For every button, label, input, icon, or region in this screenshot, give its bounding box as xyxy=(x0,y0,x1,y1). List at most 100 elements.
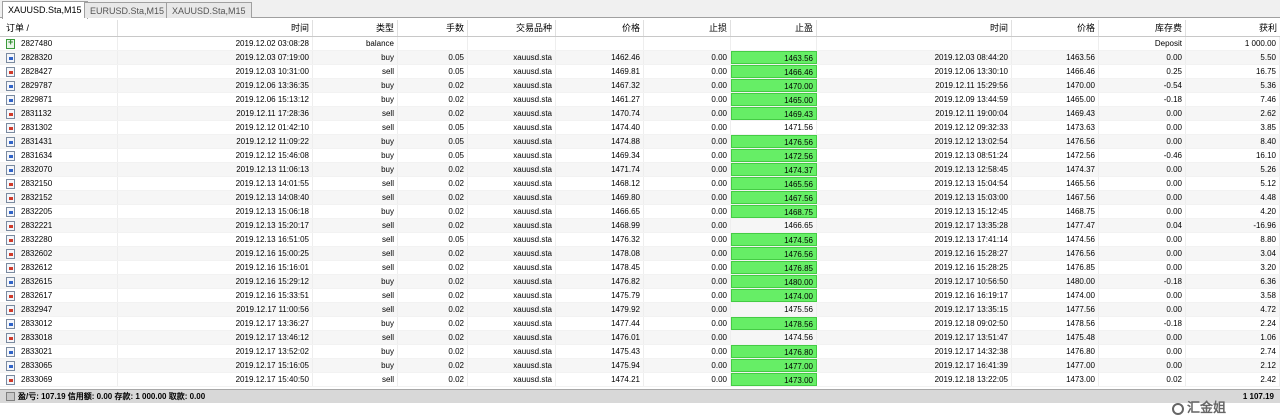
cell-close-price: 1476.56 xyxy=(1012,135,1099,148)
sell-order-icon xyxy=(6,235,15,245)
cell-close-price: 1465.56 xyxy=(1012,177,1099,190)
col-header-type[interactable]: 类型 xyxy=(313,20,398,36)
table-row[interactable]: 28274802019.12.02 03:08:28balance Deposit… xyxy=(0,37,1280,51)
table-row[interactable]: 2832602 2019.12.16 15:00:25 sell 0.02 xauusd… xyxy=(0,247,1280,261)
cell-open-time: 2019.12.13 15:20:17 xyxy=(118,219,313,232)
cell-open-time: 2019.12.13 14:01:55 xyxy=(118,177,313,190)
cell-swap: 0.00 xyxy=(1099,121,1186,134)
col-header-open-price[interactable]: 价格 xyxy=(556,20,644,36)
table-row[interactable]: 2833021 2019.12.17 13:52:02 buy 0.02 xauusd.… xyxy=(0,345,1280,359)
cell-swap: 0.00 xyxy=(1099,331,1186,344)
tab-xauusd-m15[interactable]: XAUUSD.Sta,M15 xyxy=(2,1,88,19)
table-row[interactable]: 2833018 2019.12.17 13:46:12 sell 0.02 xauusd… xyxy=(0,331,1280,345)
col-header-sl[interactable]: 止损 xyxy=(644,20,731,36)
table-row[interactable]: 2831132 2019.12.11 17:28:36 sell 0.02 xauusd… xyxy=(0,107,1280,121)
cell-type: sell xyxy=(313,303,398,316)
cell-ticket: 2828320 xyxy=(18,51,118,64)
cell-volume: 0.02 xyxy=(398,177,468,190)
table-row[interactable]: 2829871 2019.12.06 15:13:12 buy 0.02 xauusd.… xyxy=(0,93,1280,107)
table-row[interactable]: 2832947 2019.12.17 11:00:56 sell 0.02 xauusd… xyxy=(0,303,1280,317)
cell-symbol xyxy=(468,37,556,50)
table-row[interactable]: 2832070 2019.12.13 11:06:13 buy 0.02 xauusd.… xyxy=(0,163,1280,177)
cell-open-price: 1468.12 xyxy=(556,177,644,190)
col-header-close-time[interactable]: 时间 xyxy=(817,20,1012,36)
table-row[interactable]: 2832221 2019.12.13 15:20:17 sell 0.02 xauusd… xyxy=(0,219,1280,233)
cell-open-time: 2019.12.13 15:06:18 xyxy=(118,205,313,218)
cell-type: sell xyxy=(313,331,398,344)
cell-type: buy xyxy=(313,149,398,162)
cell-type: sell xyxy=(313,107,398,120)
table-row[interactable]: 2833069 2019.12.17 15:40:50 sell 0.02 xauusd… xyxy=(0,373,1280,387)
cell-profit: 1 000.00 xyxy=(1186,37,1280,50)
cell-close-price: 1478.56 xyxy=(1012,317,1099,330)
cell-sl: 0.00 xyxy=(644,359,731,372)
col-header-symbol[interactable]: 交易品种 xyxy=(468,20,556,36)
cell-volume: 0.02 xyxy=(398,163,468,176)
table-row[interactable]: 2832612 2019.12.16 15:16:01 sell 0.02 xauusd… xyxy=(0,261,1280,275)
cell-sl: 0.00 xyxy=(644,51,731,64)
cell-ticket: 2832280 xyxy=(18,233,118,246)
cell-sl: 0.00 xyxy=(644,317,731,330)
cell-close-time: 2019.12.18 13:22:05 xyxy=(817,373,1012,386)
cell-close-price: 1473.63 xyxy=(1012,121,1099,134)
cell-open-time: 2019.12.03 10:31:00 xyxy=(118,65,313,78)
cell-profit: 8.40 xyxy=(1186,135,1280,148)
col-header-close-price[interactable]: 价格 xyxy=(1012,20,1099,36)
col-header-profit[interactable]: 获利 xyxy=(1186,20,1280,36)
buy-order-icon xyxy=(6,277,15,287)
table-row[interactable]: 2832150 2019.12.13 14:01:55 sell 0.02 xauusd… xyxy=(0,177,1280,191)
cell-close-time: 2019.12.13 17:41:14 xyxy=(817,233,1012,246)
table-row[interactable]: 2828320 2019.12.03 07:19:00 buy 0.05 xauusd.… xyxy=(0,51,1280,65)
col-header-swap[interactable]: 库存费 xyxy=(1099,20,1186,36)
table-row[interactable]: 2833012 2019.12.17 13:36:27 buy 0.02 xauusd.… xyxy=(0,317,1280,331)
table-row[interactable]: 2829787 2019.12.06 13:36:35 buy 0.02 xauusd.… xyxy=(0,79,1280,93)
cell-swap: 0.00 xyxy=(1099,289,1186,302)
cell-tp: 1466.65 xyxy=(731,219,817,232)
cell-open-price: 1474.88 xyxy=(556,135,644,148)
col-header-ticket[interactable]: 订单 / xyxy=(0,20,118,36)
cell-close-price: 1480.00 xyxy=(1012,275,1099,288)
table-row[interactable]: 2831302 2019.12.12 01:42:10 sell 0.05 xauusd… xyxy=(0,121,1280,135)
cell-open-time: 2019.12.13 14:08:40 xyxy=(118,191,313,204)
sell-order-icon xyxy=(6,123,15,133)
cell-open-price: 1475.43 xyxy=(556,345,644,358)
col-header-volume[interactable]: 手数 xyxy=(398,20,468,36)
cell-swap: -0.46 xyxy=(1099,149,1186,162)
tab-eurusd-m15[interactable]: EURUSD.Sta,M15 xyxy=(84,2,171,18)
table-row[interactable]: 2832205 2019.12.13 15:06:18 buy 0.02 xauusd.… xyxy=(0,205,1280,219)
col-header-tp[interactable]: 止盈 xyxy=(731,20,817,36)
cell-ticket: 2832615 xyxy=(18,275,118,288)
cell-open-time: 2019.12.12 01:42:10 xyxy=(118,121,313,134)
table-row[interactable]: 2831431 2019.12.12 11:09:22 buy 0.05 xauusd.… xyxy=(0,135,1280,149)
balance-order-icon xyxy=(6,37,15,49)
cell-profit: 3.58 xyxy=(1186,289,1280,302)
cell-tp: 1474.37 xyxy=(731,163,817,176)
cell-sl xyxy=(644,37,731,50)
cell-type: buy xyxy=(313,317,398,330)
table-row[interactable]: 2832615 2019.12.16 15:29:12 buy 0.02 xauusd.… xyxy=(0,275,1280,289)
cell-volume: 0.02 xyxy=(398,261,468,274)
table-row[interactable]: 2831634 2019.12.12 15:46:08 buy 0.05 xauusd.… xyxy=(0,149,1280,163)
tab-xauusd-m15-2[interactable]: XAUUSD.Sta,M15 xyxy=(166,2,252,18)
cell-tp: 1470.00 xyxy=(731,79,817,92)
table-row[interactable]: 2828427 2019.12.03 10:31:00 sell 0.05 xauusd… xyxy=(0,65,1280,79)
cell-open-price: 1469.81 xyxy=(556,65,644,78)
table-row[interactable]: 2832617 2019.12.16 15:33:51 sell 0.02 xauusd… xyxy=(0,289,1280,303)
cell-close-time: 2019.12.17 13:35:28 xyxy=(817,219,1012,232)
cell-tp: 1463.56 xyxy=(731,51,817,64)
cell-volume: 0.02 xyxy=(398,317,468,330)
cell-open-price: 1476.32 xyxy=(556,233,644,246)
cell-ticket: 2832152 xyxy=(18,191,118,204)
cell-tp: 1480.00 xyxy=(731,275,817,288)
cell-close-time: 2019.12.11 15:29:56 xyxy=(817,79,1012,92)
cell-open-time: 2019.12.06 13:36:35 xyxy=(118,79,313,92)
cell-profit: -16.96 xyxy=(1186,219,1280,232)
cell-ticket: 2831132 xyxy=(18,107,118,120)
cell-open-price: 1462.46 xyxy=(556,51,644,64)
cell-open-time: 2019.12.12 11:09:22 xyxy=(118,135,313,148)
col-header-open-time[interactable]: 时间 xyxy=(118,20,313,36)
table-row[interactable]: 2833065 2019.12.17 15:16:05 buy 0.02 xauusd.… xyxy=(0,359,1280,373)
cell-close-time: 2019.12.16 16:19:17 xyxy=(817,289,1012,302)
table-row[interactable]: 2832280 2019.12.13 16:51:05 sell 0.05 xauusd… xyxy=(0,233,1280,247)
table-row[interactable]: 2832152 2019.12.13 14:08:40 sell 0.02 xauusd… xyxy=(0,191,1280,205)
